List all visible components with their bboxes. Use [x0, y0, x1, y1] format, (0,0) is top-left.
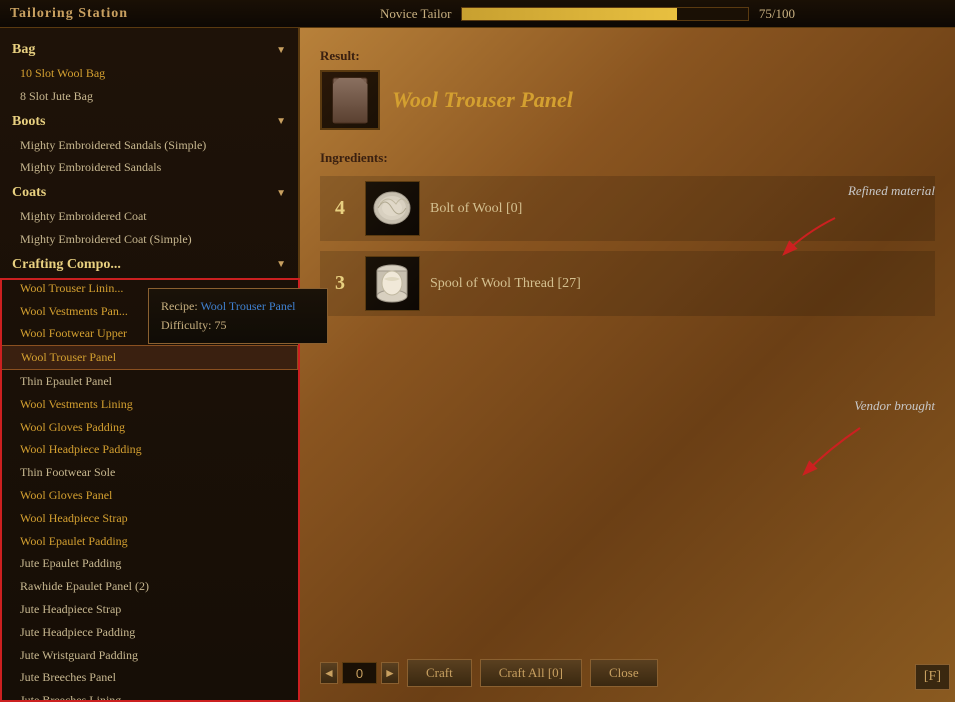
list-item[interactable]: Thin Footwear Sole: [0, 461, 298, 484]
annotation-refined: Refined material: [848, 183, 935, 199]
list-item[interactable]: Wool Epaulet Padding: [0, 530, 298, 553]
arrow-vendor-svg: [750, 418, 870, 488]
quantity-input[interactable]: [342, 662, 377, 684]
list-item[interactable]: 10 Slot Wool Bag: [0, 62, 298, 85]
spool-icon: [365, 256, 420, 311]
list-item[interactable]: Jute Epaulet Padding: [0, 552, 298, 575]
ingredient-name-spool: Spool of Wool Thread [27]: [430, 276, 930, 292]
category-crafting-label: Crafting Compo...: [12, 257, 121, 273]
category-bag-arrow: ▼: [276, 45, 286, 56]
ingredient-count-bolt: 4: [325, 197, 355, 220]
craft-button[interactable]: Craft: [407, 659, 472, 687]
result-label: Result:: [320, 48, 935, 64]
list-item[interactable]: 8 Slot Jute Bag: [0, 85, 298, 108]
list-item[interactable]: Wool Headpiece Strap: [0, 507, 298, 530]
list-item[interactable]: Wool Gloves Panel: [0, 484, 298, 507]
category-coats-arrow: ▼: [276, 188, 286, 199]
tooltip-recipe-label: Recipe:: [161, 299, 200, 313]
xp-text: 75/100: [759, 6, 795, 22]
ingredient-count-spool: 3: [325, 272, 355, 295]
ingredient-name-bolt: Bolt of Wool [0]: [430, 201, 930, 217]
list-item[interactable]: Jute Headpiece Padding: [0, 621, 298, 644]
quantity-increase-button[interactable]: ►: [381, 662, 399, 684]
category-coats[interactable]: Coats ▼: [0, 179, 298, 205]
list-item[interactable]: Jute Wristguard Padding: [0, 644, 298, 667]
wool-panel-svg: [325, 73, 375, 128]
list-item[interactable]: Rawhide Epaulet Panel (2): [0, 575, 298, 598]
right-panel: Result: Wool Trouser Panel Ingredients: …: [300, 28, 955, 702]
tooltip-recipe-name: Wool Trouser Panel: [200, 299, 295, 313]
category-coats-label: Coats: [12, 185, 46, 201]
f-key-hint: [F]: [915, 664, 950, 690]
list-item[interactable]: Jute Breeches Panel: [0, 666, 298, 689]
arrow-refined-svg: [725, 213, 845, 273]
list-item[interactable]: Wool Gloves Padding: [0, 416, 298, 439]
annotation-refined-text: Refined material: [848, 183, 935, 198]
list-item[interactable]: Mighty Embroidered Sandals (Simple): [0, 134, 298, 157]
recipe-tooltip: Recipe: Wool Trouser Panel Difficulty: 7…: [148, 288, 328, 344]
craft-all-button[interactable]: Craft All [0]: [480, 659, 582, 687]
category-bag[interactable]: Bag ▼: [0, 36, 298, 62]
xp-bar-container: Novice Tailor 75/100: [380, 6, 795, 22]
list-item[interactable]: Mighty Embroidered Coat (Simple): [0, 228, 298, 251]
annotation-vendor: Vendor brought: [854, 398, 935, 414]
quantity-control[interactable]: ◄ ►: [320, 662, 399, 684]
list-item-selected[interactable]: Wool Trouser Panel: [0, 345, 298, 370]
result-name: Wool Trouser Panel: [392, 87, 573, 113]
tooltip-recipe-line: Recipe: Wool Trouser Panel: [161, 297, 315, 316]
category-boots-label: Boots: [12, 114, 45, 130]
bottom-controls: ◄ ► Craft Craft All [0] Close: [320, 659, 945, 687]
list-item[interactable]: Mighty Embroidered Coat: [0, 205, 298, 228]
spool-svg: [370, 261, 415, 306]
bolt-wool-svg: [370, 186, 415, 231]
list-item[interactable]: Thin Epaulet Panel: [0, 370, 298, 393]
title-text: Tailoring Station: [10, 6, 128, 22]
list-item[interactable]: Jute Breeches Lining: [0, 689, 298, 702]
list-item[interactable]: Mighty Embroidered Sandals: [0, 156, 298, 179]
category-boots-arrow: ▼: [276, 116, 286, 127]
category-boots[interactable]: Boots ▼: [0, 108, 298, 134]
category-bag-label: Bag: [12, 42, 35, 58]
tooltip-difficulty-value: 75: [214, 318, 226, 332]
category-crafting-components[interactable]: Crafting Compo... ▼: [0, 251, 298, 277]
xp-fill: [462, 8, 676, 20]
tooltip-difficulty-label: Difficulty:: [161, 318, 214, 332]
close-button[interactable]: Close: [590, 659, 658, 687]
xp-bar: [461, 7, 748, 21]
category-crafting-arrow: ▼: [276, 259, 286, 270]
xp-label: Novice Tailor: [380, 6, 451, 22]
recipe-list[interactable]: Bag ▼ 10 Slot Wool Bag 8 Slot Jute Bag B…: [0, 28, 298, 702]
result-item-icon: [320, 70, 380, 130]
ingredients-label: Ingredients:: [320, 150, 935, 166]
bolt-of-wool-icon: [365, 181, 420, 236]
annotation-vendor-text: Vendor brought: [854, 398, 935, 413]
list-item[interactable]: Wool Vestments Lining: [0, 393, 298, 416]
result-box: Wool Trouser Panel: [320, 70, 935, 130]
left-panel: Bag ▼ 10 Slot Wool Bag 8 Slot Jute Bag B…: [0, 28, 300, 702]
list-item[interactable]: Wool Headpiece Padding: [0, 438, 298, 461]
tooltip-difficulty-line: Difficulty: 75: [161, 316, 315, 335]
quantity-decrease-button[interactable]: ◄: [320, 662, 338, 684]
list-item[interactable]: Jute Headpiece Strap: [0, 598, 298, 621]
